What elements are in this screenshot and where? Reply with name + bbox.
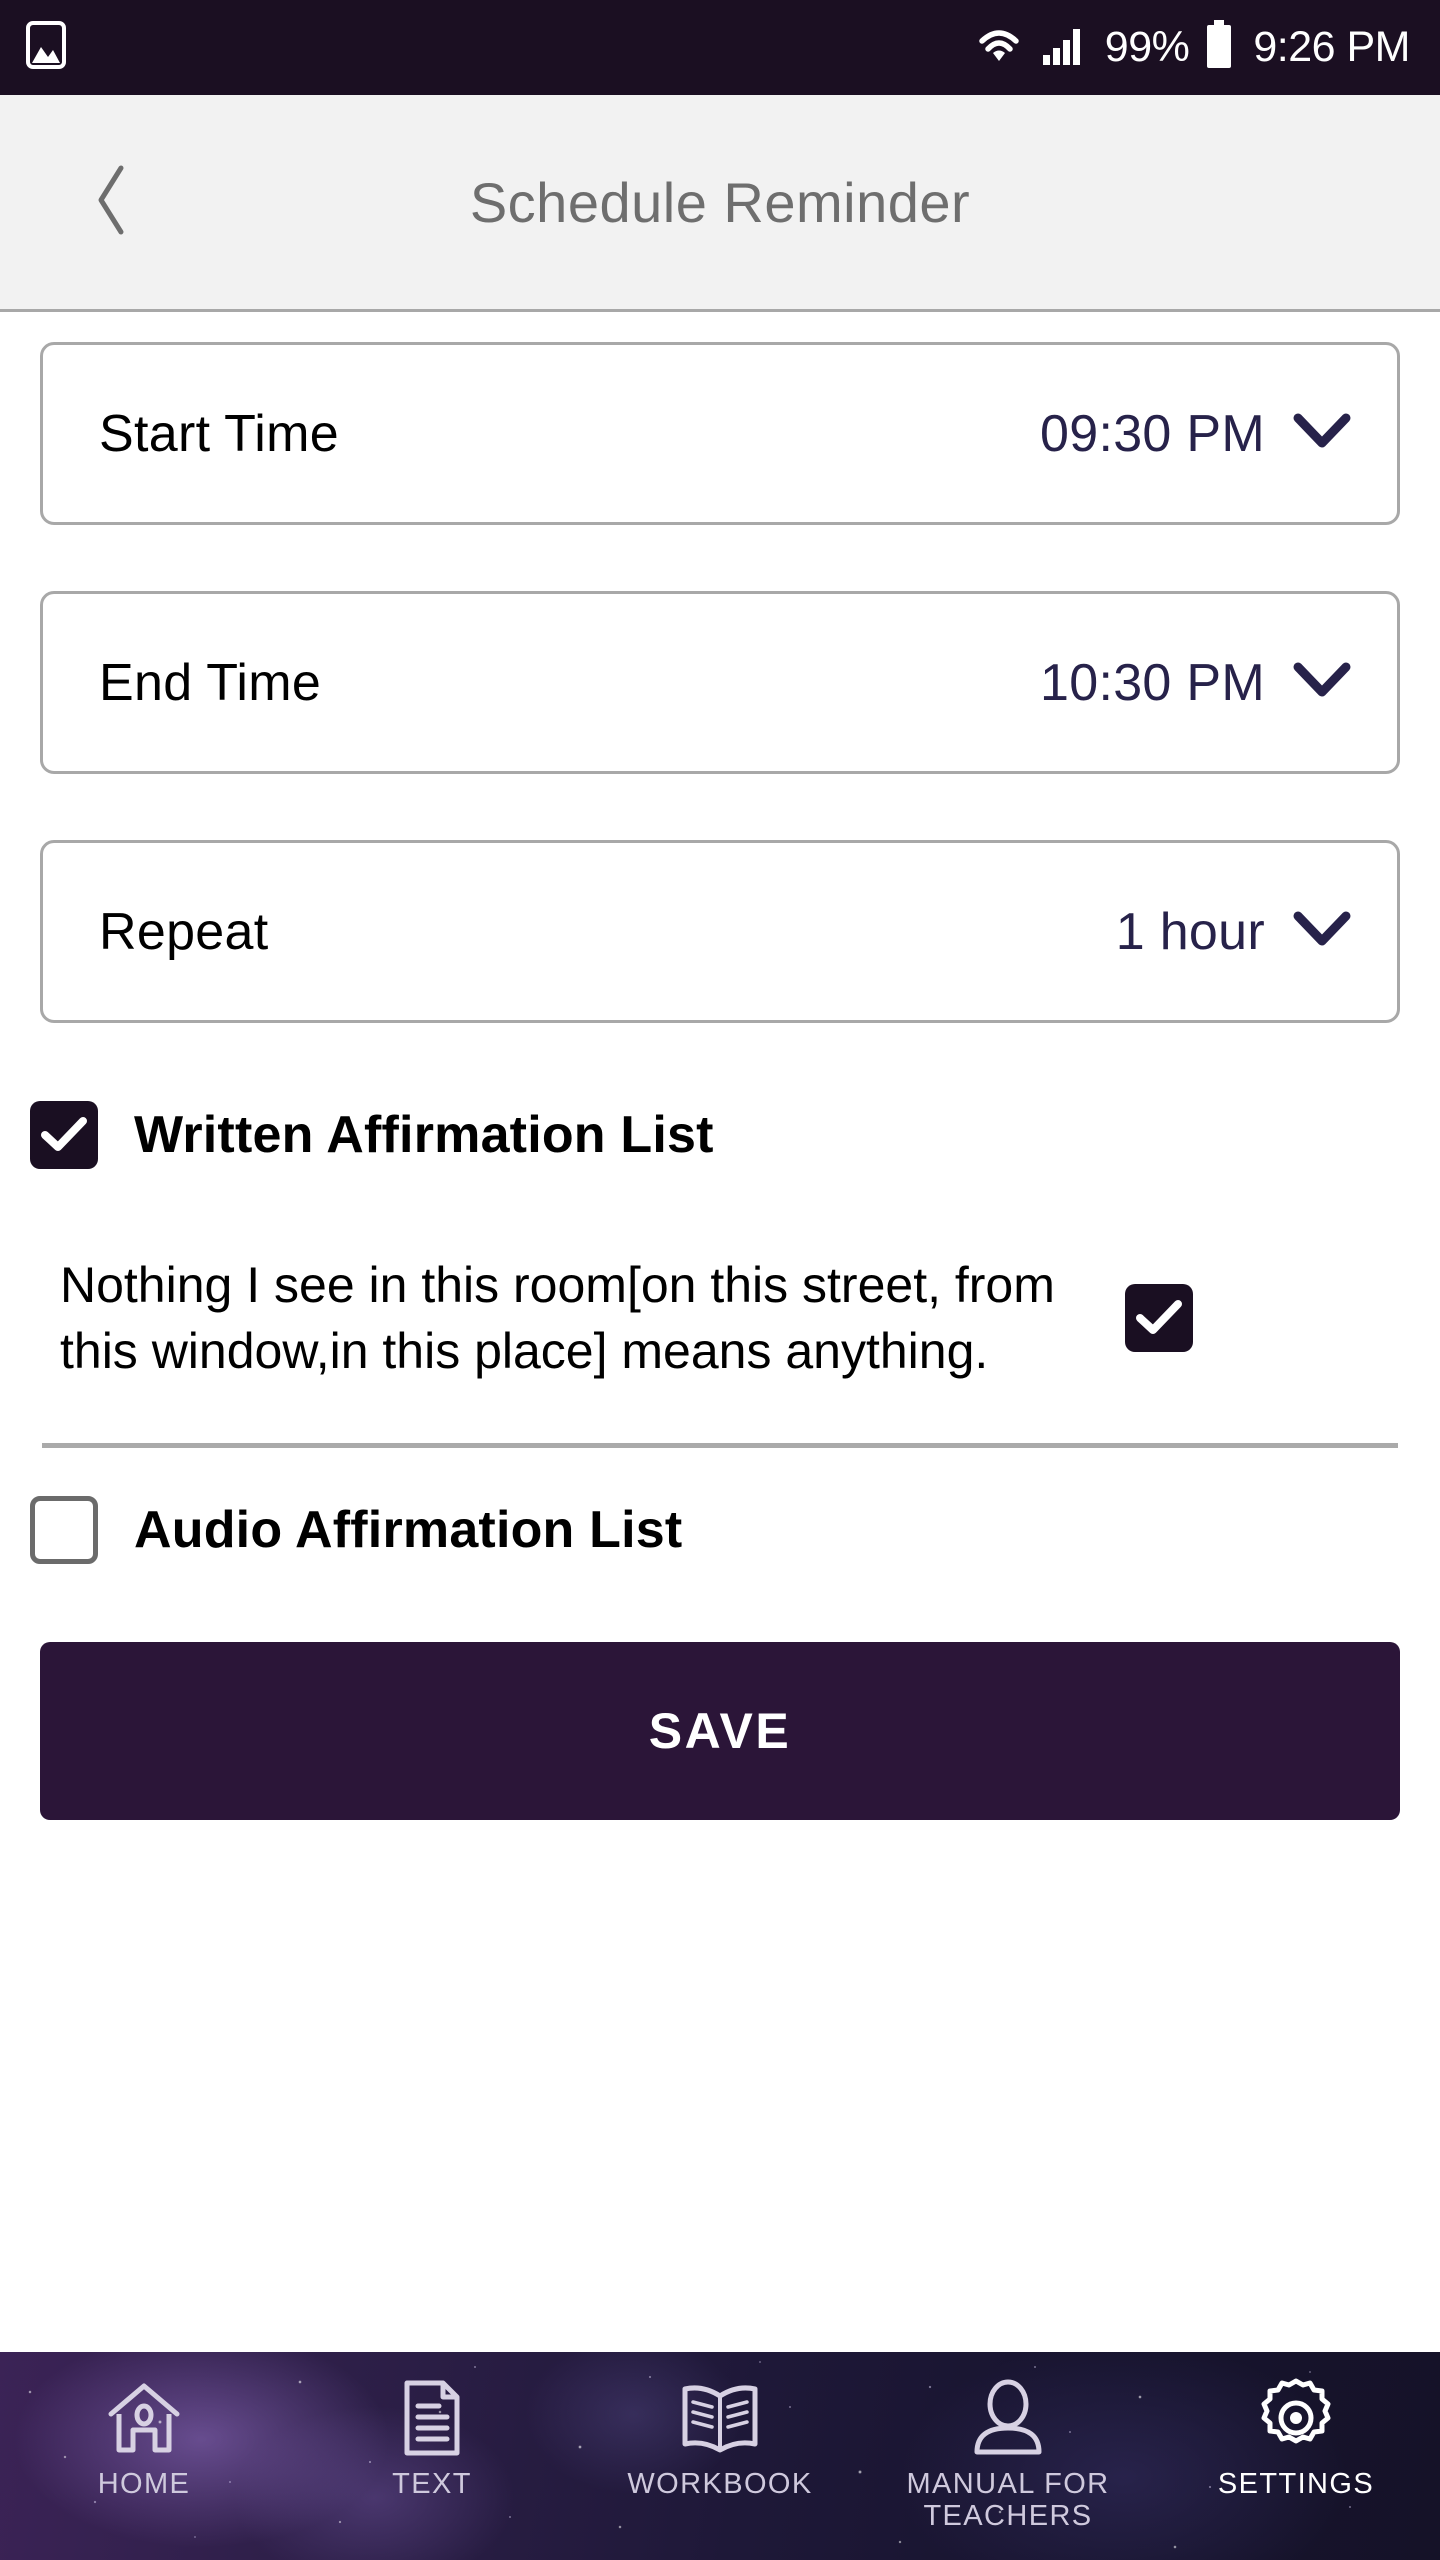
open-book-icon <box>677 2374 763 2462</box>
start-time-value: 09:30 PM <box>1040 404 1265 463</box>
written-affirmation-label: Written Affirmation List <box>134 1106 714 1164</box>
image-icon <box>26 21 66 74</box>
nav-label-manual-for-teachers: MANUAL FOR TEACHERS <box>906 2468 1110 2533</box>
chevron-left-icon <box>90 162 134 243</box>
affirmation-text: Nothing I see in this room[on this stree… <box>60 1257 1055 1379</box>
document-icon <box>399 2374 465 2462</box>
person-icon <box>969 2374 1047 2462</box>
chevron-down-icon <box>1291 411 1353 456</box>
nav-label-home: HOME <box>97 2468 191 2500</box>
written-affirmation-checkbox[interactable] <box>30 1101 98 1169</box>
page-title: Schedule Reminder <box>469 170 971 234</box>
battery-full-icon <box>1205 20 1233 75</box>
audio-affirmation-list-row[interactable]: Audio Affirmation List <box>0 1480 1440 1580</box>
nav-item-home[interactable]: HOME <box>0 2352 288 2560</box>
affirmation-list-item[interactable]: Nothing I see in this room[on this stree… <box>0 1223 1440 1413</box>
status-bar-right: 99% 9:26 PM <box>973 20 1410 75</box>
repeat-value: 1 hour <box>1115 902 1265 961</box>
status-bar-clock: 9:26 PM <box>1253 23 1410 71</box>
status-bar-left <box>26 21 66 74</box>
section-divider <box>42 1443 1398 1448</box>
end-time-label: End Time <box>99 653 322 712</box>
chevron-down-icon <box>1291 660 1353 705</box>
chevron-down-icon <box>1291 909 1353 954</box>
repeat-value-group: 1 hour <box>1116 902 1353 962</box>
audio-affirmation-label: Audio Affirmation List <box>134 1501 683 1559</box>
save-button[interactable]: SAVE <box>40 1642 1400 1820</box>
start-time-value-group: 09:30 PM <box>1040 404 1353 464</box>
affirmation-item-checkbox[interactable] <box>1125 1284 1193 1352</box>
end-time-value: 10:30 PM <box>1040 653 1265 712</box>
wifi-icon <box>973 23 1025 72</box>
app-header: Schedule Reminder <box>0 95 1440 312</box>
app-screen: 99% 9:26 PM Schedule Reminder Start Time <box>0 0 1440 2560</box>
start-time-field[interactable]: Start Time 09:30 PM <box>40 342 1400 525</box>
end-time-field[interactable]: End Time 10:30 PM <box>40 591 1400 774</box>
nav-label-text: TEXT <box>392 2468 472 2500</box>
gear-icon <box>1255 2374 1337 2462</box>
repeat-field[interactable]: Repeat 1 hour <box>40 840 1400 1023</box>
written-affirmation-list-row[interactable]: Written Affirmation List <box>0 1085 1440 1185</box>
home-icon <box>103 2374 185 2462</box>
status-bar: 99% 9:26 PM <box>0 0 1440 95</box>
repeat-label: Repeat <box>99 902 269 961</box>
end-time-value-group: 10:30 PM <box>1040 653 1353 713</box>
nav-item-settings[interactable]: SETTINGS <box>1152 2352 1440 2560</box>
start-time-label: Start Time <box>99 404 339 463</box>
audio-affirmation-checkbox[interactable] <box>30 1496 98 1564</box>
cellular-signal-icon <box>1041 23 1089 72</box>
nav-item-manual-for-teachers[interactable]: MANUAL FOR TEACHERS <box>864 2352 1152 2560</box>
nav-label-settings: SETTINGS <box>1217 2468 1375 2500</box>
main-content: Start Time 09:30 PM End Time 10:30 PM Re… <box>0 312 1440 2352</box>
bottom-navigation-bar: HOME TEXT WORKBOOK MANUAL FOR TEACHERS S… <box>0 2352 1440 2560</box>
nav-label-workbook: WORKBOOK <box>627 2468 813 2500</box>
nav-item-workbook[interactable]: WORKBOOK <box>576 2352 864 2560</box>
nav-item-text[interactable]: TEXT <box>288 2352 576 2560</box>
back-button[interactable] <box>52 142 172 262</box>
battery-percentage: 99% <box>1104 23 1190 71</box>
